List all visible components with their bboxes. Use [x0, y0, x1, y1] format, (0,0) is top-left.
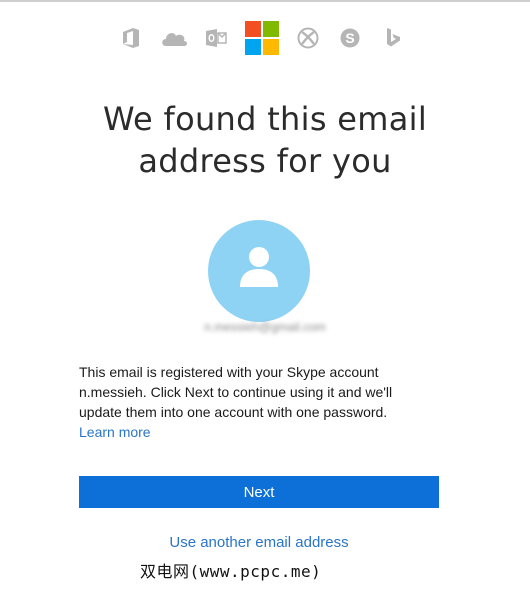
- page-title: We found this email address for you: [0, 98, 530, 182]
- title-line-1: We found this email: [102, 100, 428, 138]
- description-line-3: update them into one account with one pa…: [79, 404, 388, 420]
- title-line-2: address for you: [138, 142, 392, 180]
- use-another-email-link[interactable]: Use another email address: [0, 534, 518, 551]
- skype-icon: S: [336, 24, 364, 52]
- top-border: [0, 0, 530, 2]
- user-icon: [240, 247, 278, 287]
- watermark: 双电网(www.pcpc.me): [140, 562, 322, 581]
- account-email: n.messieh@gmail.com: [204, 320, 326, 334]
- description-line-2: n.messieh. Click Next to continue using …: [79, 384, 393, 400]
- next-button[interactable]: Next: [79, 476, 439, 508]
- svg-text:S: S: [346, 30, 355, 46]
- avatar: [208, 220, 310, 322]
- bing-icon: [379, 24, 407, 52]
- xbox-icon: [294, 24, 322, 52]
- learn-more-link[interactable]: Learn more: [79, 422, 439, 442]
- outlook-icon: [202, 24, 230, 52]
- microsoft-services-bar: S: [117, 20, 407, 56]
- account-description: This email is registered with your Skype…: [79, 362, 439, 442]
- microsoft-logo-icon: [244, 21, 279, 55]
- onedrive-icon: [160, 24, 188, 52]
- office-icon: [117, 24, 145, 52]
- description-line-1: This email is registered with your Skype…: [79, 364, 379, 380]
